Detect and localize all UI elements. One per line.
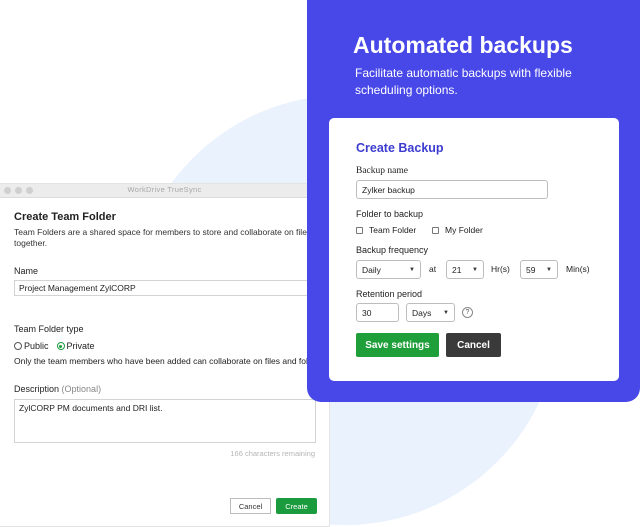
retention-unit-value: Days: [412, 307, 432, 318]
team-folder-checkbox[interactable]: Team Folder: [356, 225, 416, 235]
optional-hint: (Optional): [61, 384, 102, 394]
chevron-down-icon: ▼: [443, 309, 449, 316]
hour-select[interactable]: 21 ▼: [446, 260, 484, 279]
folder-type-radio-group: Public Private: [14, 341, 95, 351]
minute-select[interactable]: 59 ▼: [520, 260, 558, 279]
minute-select-value: 59: [526, 264, 536, 275]
private-radio-label[interactable]: Private: [67, 341, 95, 351]
create-backup-panel: Create Backup Backup name Zylker backup …: [329, 118, 619, 381]
create-team-folder-window: WorkDrive TrueSync Create Team Folder Te…: [0, 183, 330, 527]
description-textarea[interactable]: ZylCORP PM documents and DRI list.: [14, 399, 316, 443]
chevron-down-icon: ▼: [472, 266, 478, 273]
backup-name-input[interactable]: Zylker backup: [356, 180, 548, 199]
public-radio[interactable]: [14, 342, 22, 350]
retention-value: 30: [362, 307, 372, 318]
automated-backups-card: Automated backups Facilitate automatic b…: [307, 0, 640, 402]
frequency-select-value: Daily: [362, 264, 381, 275]
private-radio[interactable]: [56, 342, 65, 350]
save-settings-button[interactable]: Save settings: [356, 333, 439, 357]
dialog-description: Team Folders are a shared space for memb…: [14, 227, 312, 248]
hour-select-value: 21: [452, 264, 462, 275]
my-folder-checkbox-box[interactable]: [432, 226, 439, 234]
backup-frequency-label: Backup frequency: [356, 245, 429, 255]
minute-unit-label: Min(s): [566, 264, 590, 274]
folder-type-note: Only the team members who have been adde…: [14, 356, 325, 366]
folder-type-label: Team Folder type: [14, 324, 84, 334]
create-backup-title: Create Backup: [356, 141, 444, 155]
my-folder-checkbox-label[interactable]: My Folder: [445, 225, 483, 235]
description-label: Description (Optional): [14, 384, 101, 394]
team-folder-checkbox-label[interactable]: Team Folder: [369, 225, 416, 235]
promo-subtitle: Facilitate automatic backups with flexib…: [355, 66, 572, 97]
retention-period-label: Retention period: [356, 289, 423, 299]
description-label-text: Description: [14, 384, 60, 394]
backup-cancel-button[interactable]: Cancel: [446, 333, 501, 357]
frequency-select[interactable]: Daily ▼: [356, 260, 421, 279]
hour-unit-label: Hr(s): [491, 264, 510, 274]
promo-title: Automated backups: [353, 32, 573, 58]
my-folder-checkbox[interactable]: My Folder: [432, 225, 483, 235]
characters-remaining: 166 characters remaining: [230, 449, 315, 458]
help-icon[interactable]: ?: [462, 307, 473, 318]
retention-unit-select[interactable]: Days ▼: [406, 303, 455, 322]
dialog-heading: Create Team Folder: [14, 211, 116, 223]
create-button[interactable]: Create: [276, 498, 317, 514]
team-folder-name-input[interactable]: Project Management ZylCORP: [14, 280, 316, 296]
backup-name-label: Backup name: [356, 166, 408, 176]
folder-to-backup-label: Folder to backup: [356, 209, 424, 219]
at-label: at: [429, 264, 437, 274]
cancel-button[interactable]: Cancel: [230, 498, 271, 514]
window-title: WorkDrive TrueSync: [127, 185, 202, 194]
window-titlebar: WorkDrive TrueSync: [0, 184, 329, 198]
retention-value-input[interactable]: 30: [356, 303, 399, 322]
public-radio-label[interactable]: Public: [24, 341, 49, 351]
team-folder-checkbox-box[interactable]: [356, 226, 363, 234]
name-label: Name: [14, 266, 39, 276]
chevron-down-icon: ▼: [546, 266, 552, 273]
chevron-down-icon: ▼: [409, 266, 415, 273]
